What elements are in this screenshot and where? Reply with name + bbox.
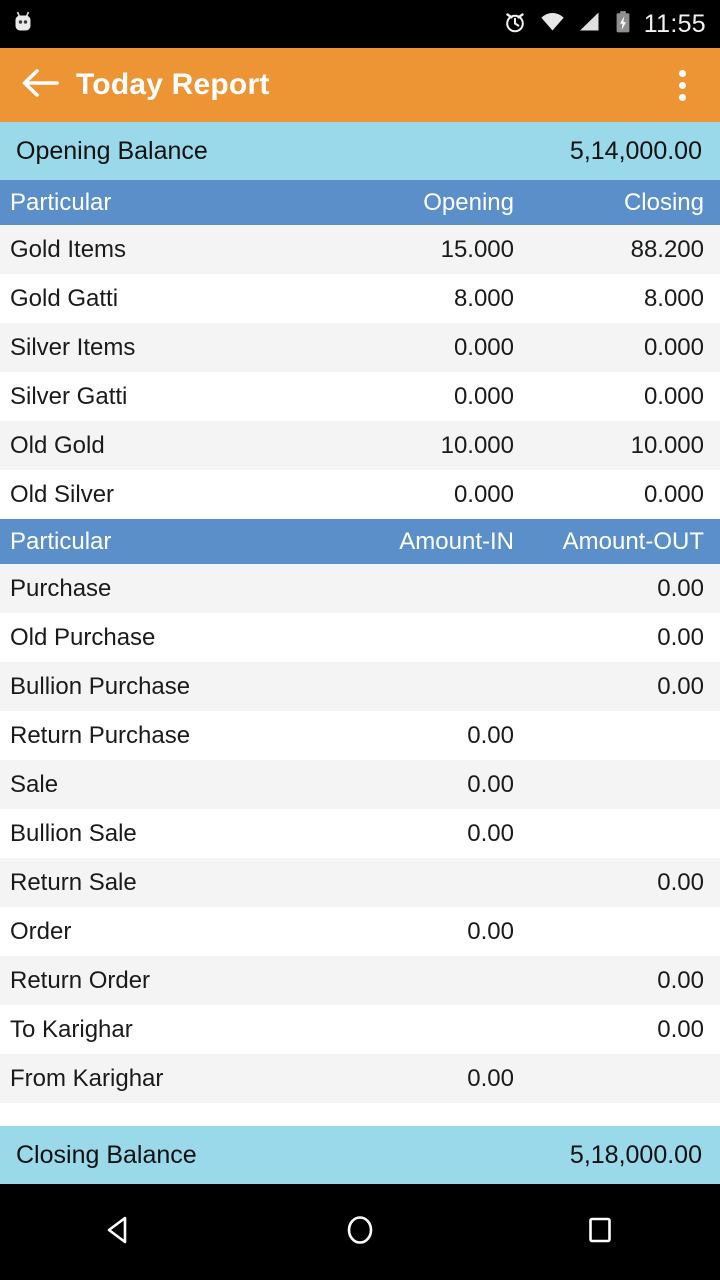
row-amount-in: 0.00 — [467, 819, 514, 847]
row-particular: Bullion Sale — [10, 819, 137, 847]
amount-table-header: Particular Amount-IN Amount-OUT — [0, 519, 720, 564]
status-bar-clock: 11:55 — [643, 9, 706, 38]
content-filler — [0, 1103, 720, 1126]
system-navigation-bar — [0, 1184, 720, 1280]
closing-balance-row: Closing Balance 5,18,000.00 — [0, 1126, 720, 1184]
row-opening: 0.000 — [453, 333, 514, 361]
row-particular: Gold Items — [10, 235, 127, 263]
status-bar-notifications — [10, 9, 36, 40]
table-row[interactable]: Old Purchase 0.00 — [0, 613, 720, 662]
android-robot-icon — [10, 9, 36, 40]
row-particular: Old Purchase — [10, 623, 156, 651]
row-closing: 0.000 — [643, 333, 704, 361]
battery-charging-icon — [613, 9, 633, 40]
opening-balance-row: Opening Balance 5,14,000.00 — [0, 122, 720, 180]
table-row[interactable]: Silver Gatti 0.000 0.000 — [0, 372, 720, 421]
more-vertical-icon-dot-2 — [678, 81, 686, 89]
row-particular: Return Order — [10, 966, 151, 994]
closing-balance-label: Closing Balance — [16, 1140, 197, 1169]
alarm-clock-icon — [502, 9, 528, 40]
row-amount-out: 0.00 — [657, 574, 704, 602]
table-row[interactable]: Return Sale 0.00 — [0, 858, 720, 907]
row-particular: Sale — [10, 770, 59, 798]
row-particular: Return Sale — [10, 868, 137, 896]
table-row[interactable]: Order 0.00 — [0, 907, 720, 956]
signal-cellular-icon — [577, 9, 602, 40]
table-row[interactable]: Return Order 0.00 — [0, 956, 720, 1005]
table-row[interactable]: Bullion Sale 0.00 — [0, 809, 720, 858]
stock-header-particular: Particular — [10, 188, 112, 216]
table-row[interactable]: Old Gold 10.000 10.000 — [0, 421, 720, 470]
row-particular: Old Gold — [10, 431, 105, 459]
amount-header-particular: Particular — [10, 527, 112, 555]
row-particular: Silver Items — [10, 333, 136, 361]
table-row[interactable]: Sale 0.00 — [0, 760, 720, 809]
table-row[interactable]: Return Purchase 0.00 — [0, 711, 720, 760]
table-row[interactable]: Silver Items 0.000 0.000 — [0, 323, 720, 372]
closing-balance-value: 5,18,000.00 — [569, 1140, 702, 1169]
row-opening: 10.000 — [440, 431, 514, 459]
page-title: Today Report — [76, 68, 270, 101]
home-nav-button[interactable] — [312, 1184, 408, 1280]
row-amount-out: 0.00 — [657, 1015, 704, 1043]
table-row[interactable]: Gold Gatti 8.000 8.000 — [0, 274, 720, 323]
amount-table: Particular Amount-IN Amount-OUT Purchase… — [0, 519, 720, 1103]
row-opening: 0.000 — [453, 382, 514, 410]
row-particular: From Karighar — [10, 1064, 164, 1092]
row-closing: 0.000 — [643, 382, 704, 410]
row-opening: 8.000 — [453, 284, 514, 312]
amount-header-out: Amount-OUT — [562, 527, 704, 555]
row-amount-in: 0.00 — [467, 770, 514, 798]
status-bar-icons: 11:55 — [502, 9, 706, 40]
opening-balance-label: Opening Balance — [16, 136, 208, 165]
amount-header-in: Amount-IN — [399, 527, 514, 555]
row-amount-out: 0.00 — [657, 623, 704, 651]
row-amount-out: 0.00 — [657, 868, 704, 896]
more-vertical-icon-dot-3 — [678, 93, 686, 101]
row-opening: 15.000 — [440, 235, 514, 263]
status-bar: 11:55 — [0, 0, 720, 48]
stock-table: Particular Opening Closing Gold Items 15… — [0, 180, 720, 519]
row-amount-out: 0.00 — [657, 672, 704, 700]
row-particular: Return Purchase — [10, 721, 191, 749]
row-amount-in: 0.00 — [467, 917, 514, 945]
table-row[interactable]: To Karighar 0.00 — [0, 1005, 720, 1054]
arrow-left-icon — [19, 66, 61, 105]
table-row[interactable]: From Karighar 0.00 — [0, 1054, 720, 1103]
table-row[interactable]: Purchase 0.00 — [0, 564, 720, 613]
back-button[interactable] — [16, 61, 64, 109]
app-toolbar: Today Report — [0, 48, 720, 122]
table-row[interactable]: Gold Items 15.000 88.200 — [0, 225, 720, 274]
table-row[interactable]: Old Silver 0.000 0.000 — [0, 470, 720, 519]
row-particular: Bullion Purchase — [10, 672, 191, 700]
row-particular: Order — [10, 917, 72, 945]
stock-table-header: Particular Opening Closing — [0, 180, 720, 225]
recents-nav-icon — [580, 1210, 620, 1255]
home-nav-icon — [340, 1210, 380, 1255]
row-particular: To Karighar — [10, 1015, 133, 1043]
recents-nav-button[interactable] — [552, 1184, 648, 1280]
overflow-menu-button[interactable] — [662, 59, 702, 111]
back-nav-icon — [100, 1210, 140, 1255]
row-closing: 0.000 — [643, 480, 704, 508]
table-row[interactable]: Bullion Purchase 0.00 — [0, 662, 720, 711]
more-vertical-icon-dot-1 — [678, 69, 686, 77]
back-nav-button[interactable] — [72, 1184, 168, 1280]
row-amount-in: 0.00 — [467, 721, 514, 749]
row-opening: 0.000 — [453, 480, 514, 508]
app-screen: 11:55 Today Report Opening Balance 5,14,… — [0, 0, 720, 1280]
row-particular: Purchase — [10, 574, 112, 602]
stock-header-opening: Opening — [423, 188, 514, 216]
opening-balance-value: 5,14,000.00 — [569, 136, 702, 165]
row-closing: 8.000 — [643, 284, 704, 312]
wifi-icon — [539, 9, 566, 40]
row-closing: 10.000 — [630, 431, 704, 459]
stock-header-closing: Closing — [623, 188, 704, 216]
row-particular: Silver Gatti — [10, 382, 128, 410]
row-amount-in: 0.00 — [467, 1064, 514, 1092]
row-amount-out: 0.00 — [657, 966, 704, 994]
row-closing: 88.200 — [630, 235, 704, 263]
row-particular: Gold Gatti — [10, 284, 119, 312]
row-particular: Old Silver — [10, 480, 115, 508]
